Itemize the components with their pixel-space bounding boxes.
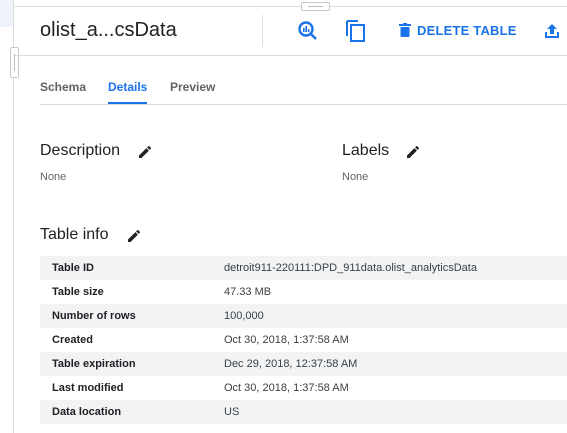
copy-table-icon[interactable] xyxy=(345,19,367,43)
edit-labels-pencil-icon[interactable] xyxy=(406,145,420,159)
row-key: Table expiration xyxy=(52,358,136,370)
row-value: US xyxy=(224,406,240,418)
row-key: Created xyxy=(52,334,93,346)
table-row: Table ID detroit911-220111:DPD_911data.ol… xyxy=(40,256,567,280)
tab-bar: Schema Details Preview xyxy=(40,80,567,105)
labels-heading: Labels xyxy=(342,142,390,159)
row-key: Table ID xyxy=(52,262,94,274)
left-panel-selected-item[interactable] xyxy=(0,0,13,27)
labels-value: None xyxy=(342,171,369,183)
delete-table-button[interactable]: DELETE TABLE xyxy=(399,23,517,38)
row-value: 100,000 xyxy=(224,310,264,322)
row-value: 47.33 MB xyxy=(224,286,272,298)
row-key: Table size xyxy=(52,286,104,298)
edit-description-pencil-icon[interactable] xyxy=(138,145,152,159)
row-key: Last modified xyxy=(52,382,124,394)
table-row: Table expiration Dec 29, 2018, 12:37:58 A… xyxy=(40,352,567,376)
tab-preview[interactable]: Preview xyxy=(170,80,215,94)
row-value: Oct 30, 2018, 1:37:58 AM xyxy=(224,334,349,346)
header-divider xyxy=(262,15,263,47)
row-key: Data location xyxy=(52,406,122,418)
description-value: None xyxy=(40,171,67,183)
table-title: olist_a...csData xyxy=(40,19,177,41)
table-row: Number of rows 100,000 xyxy=(40,304,567,328)
table-header: olist_a...csData DELETE TABLE xyxy=(15,7,567,56)
delete-table-label: DELETE TABLE xyxy=(417,23,517,38)
tab-details[interactable]: Details xyxy=(108,80,148,104)
tab-schema[interactable]: Schema xyxy=(40,80,86,94)
row-value: Oct 30, 2018, 1:37:58 AM xyxy=(224,382,349,394)
query-table-icon[interactable] xyxy=(297,20,319,42)
table-info-heading: Table info xyxy=(40,226,109,243)
description-heading: Description xyxy=(40,142,121,159)
edit-table-info-pencil-icon[interactable] xyxy=(127,229,141,243)
trash-icon xyxy=(399,23,411,37)
row-value: detroit911-220111:DPD_911data.olist_anal… xyxy=(224,262,477,274)
table-row: Last modified Oct 30, 2018, 1:37:58 AM xyxy=(40,376,567,400)
table-row: Created Oct 30, 2018, 1:37:58 AM xyxy=(40,328,567,352)
row-key: Number of rows xyxy=(52,310,136,322)
export-icon[interactable] xyxy=(545,23,559,38)
table-row: Data location US xyxy=(40,400,567,424)
row-value: Dec 29, 2018, 12:37:58 AM xyxy=(224,358,358,370)
table-row: Table size 47.33 MB xyxy=(40,280,567,304)
table-info-table: Table ID detroit911-220111:DPD_911data.ol… xyxy=(40,256,567,424)
